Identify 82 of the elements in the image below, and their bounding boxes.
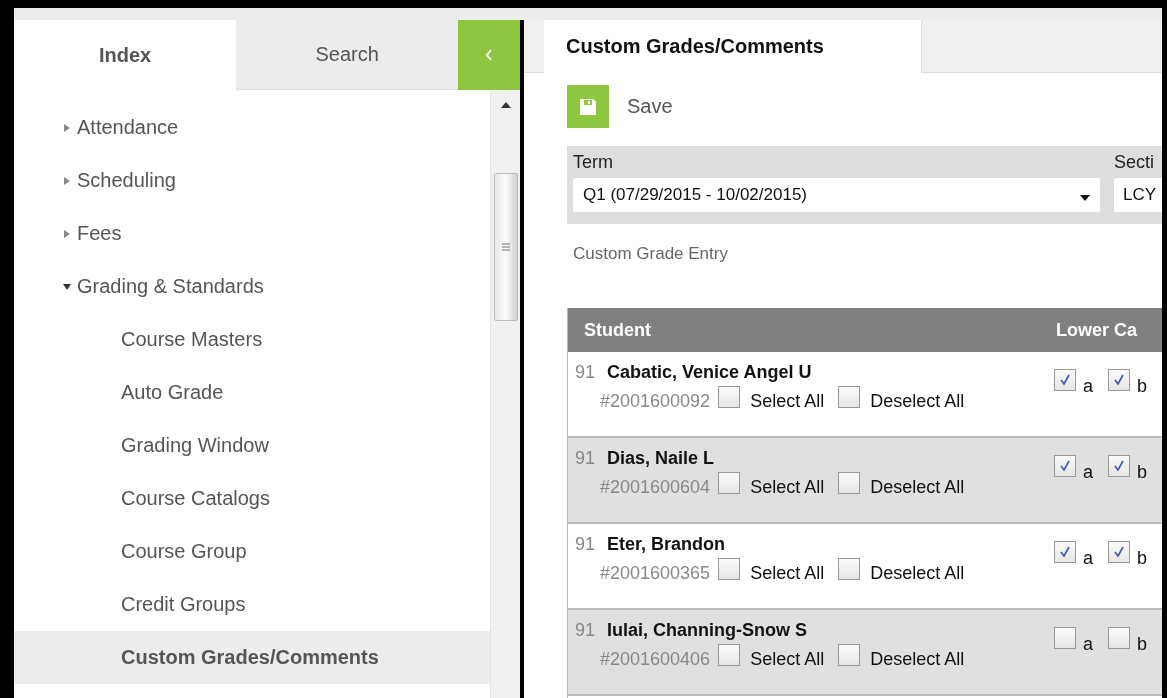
tree-item[interactable]: Scheduling [14, 154, 490, 207]
checkbox[interactable] [838, 557, 861, 580]
checkbox-label: a [1082, 547, 1093, 569]
field-label: Term [573, 152, 614, 174]
field-label: Secti [1114, 152, 1156, 174]
checkbox-label: Deselect All [870, 477, 965, 498]
scroll-up-icon [500, 102, 511, 108]
save-button[interactable] [567, 85, 609, 128]
student-id: #2001600365 [600, 563, 711, 584]
checkbox[interactable] [718, 643, 741, 666]
checkbox[interactable] [1108, 369, 1130, 391]
save-label[interactable]: Save [627, 95, 673, 118]
student-id: #2001600604 [600, 477, 711, 498]
checkbox[interactable] [1108, 541, 1130, 563]
tab[interactable]: Search [236, 20, 459, 90]
checkbox[interactable] [718, 471, 741, 494]
checkbox[interactable] [838, 471, 861, 494]
checkbox-label: Deselect All [870, 563, 965, 584]
triangle-down-icon [63, 282, 71, 291]
column-header: Student [584, 319, 652, 341]
caret-down-icon [1080, 195, 1090, 201]
tree-item[interactable]: Course Catalogs [14, 472, 490, 525]
student-id: #2001600406 [600, 649, 711, 670]
checkbox-label: a [1082, 375, 1093, 397]
row-number: 91 [575, 620, 597, 641]
checkbox-label: b [1137, 547, 1147, 569]
triangle-right-icon [63, 176, 71, 185]
checkbox[interactable] [1053, 627, 1076, 649]
triangle-right-icon [63, 229, 71, 238]
checkbox-label: Deselect All [870, 649, 965, 670]
row-number: 91 [575, 448, 597, 469]
checkbox-label: Deselect All [870, 391, 965, 412]
scrollbar-thumb[interactable] [493, 173, 518, 321]
checkbox-label: Select All [750, 563, 825, 584]
row-number: 91 [575, 362, 597, 383]
row-number: 91 [575, 534, 597, 555]
checkbox-label: b [1137, 633, 1147, 655]
tree-item[interactable]: Auto Grade [14, 366, 490, 419]
checkbox-label: a [1082, 461, 1093, 483]
checkbox[interactable] [1108, 455, 1130, 477]
tree-item[interactable]: Custom Grades/Comments [14, 631, 490, 684]
checkbox[interactable] [838, 643, 861, 666]
student-name: Cabatic, Venice Angel U [607, 362, 812, 383]
tree-item[interactable]: Credit Groups [14, 578, 490, 631]
checkbox[interactable] [1053, 369, 1076, 391]
checkbox-label: b [1137, 461, 1147, 483]
student-id: #2001600092 [600, 391, 711, 412]
checkmark-icon [1113, 460, 1125, 472]
checkbox-label: Select All [750, 391, 825, 412]
dropdown[interactable]: Q1 (07/29/2015 - 10/02/2015) [573, 178, 1100, 212]
tree-item[interactable]: Attendance [14, 101, 490, 154]
checkmark-icon [1058, 374, 1071, 386]
tree-item[interactable]: Course Group [14, 525, 490, 578]
input-field[interactable]: LCY [1114, 178, 1162, 212]
checkmark-icon [1058, 460, 1071, 472]
checkbox-label: Select All [750, 477, 825, 498]
tab[interactable]: Custom Grades/Comments [544, 20, 922, 73]
triangle-right-icon [63, 123, 71, 132]
checkbox[interactable] [1108, 627, 1130, 649]
checkbox[interactable] [718, 385, 741, 408]
checkbox[interactable] [1053, 541, 1076, 563]
tree-item[interactable]: Grading & Standards [14, 260, 490, 313]
tree-item[interactable]: Grading Window [14, 419, 490, 472]
checkbox-label: Select All [750, 649, 825, 670]
column-header: Lower Ca [1056, 319, 1138, 341]
checkbox[interactable] [1053, 455, 1076, 477]
section-title: Custom Grade Entry [573, 244, 729, 264]
checkbox-label: b [1137, 375, 1147, 397]
checkbox[interactable] [718, 557, 741, 580]
tree-item[interactable]: Course Masters [14, 313, 490, 366]
checkmark-icon [1113, 546, 1125, 558]
checkmark-icon [1058, 546, 1071, 558]
checkbox-label: a [1082, 633, 1093, 655]
student-name: Iulai, Channing-Snow S [607, 620, 807, 641]
scrollbar[interactable] [490, 90, 520, 698]
chevron-left-icon [485, 49, 494, 61]
student-name: Eter, Brandon [607, 534, 726, 555]
grip-icon [501, 243, 510, 251]
tree-item[interactable]: Fees [14, 207, 490, 260]
checkbox[interactable] [838, 385, 861, 408]
checkmark-icon [1113, 374, 1125, 386]
student-name: Dias, Naile L [607, 448, 715, 469]
